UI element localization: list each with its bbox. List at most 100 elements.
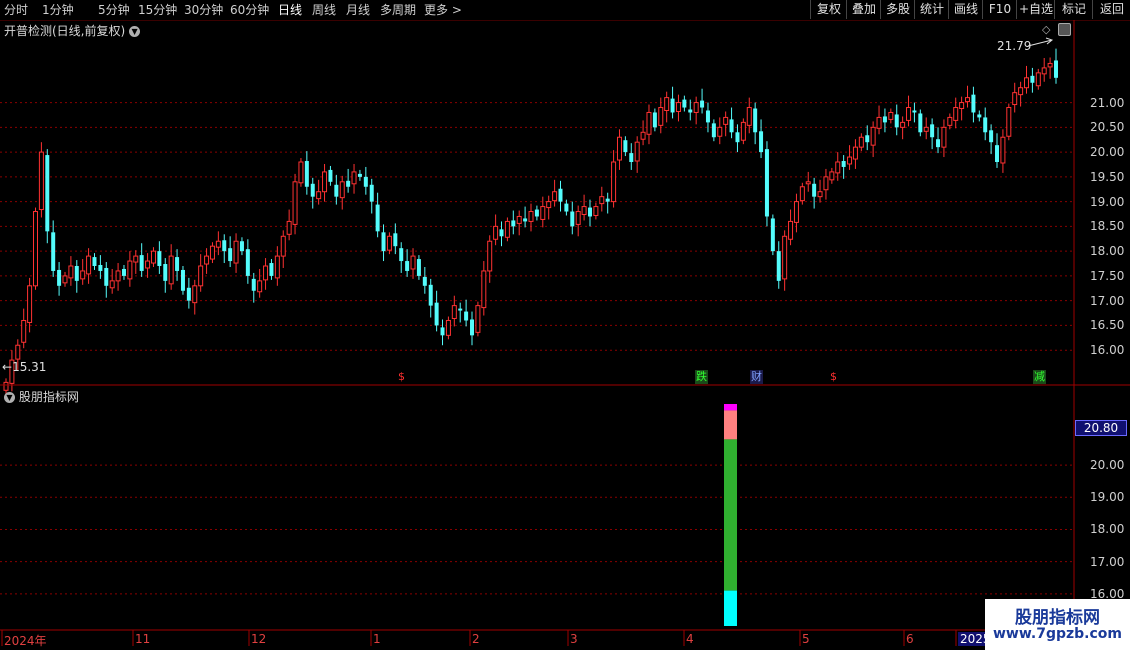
candle-body [375,204,380,232]
chevron-down-icon[interactable]: ▼ [4,392,15,403]
candle-body [870,126,876,146]
chevron-down-icon[interactable]: ▼ [129,26,141,37]
candle-body [298,161,304,184]
candle-body [481,270,487,309]
candle-body [304,161,309,187]
candle-body [440,327,445,336]
candle-body [705,110,710,123]
period-fenshi[interactable]: 分时 [4,2,28,18]
period-daily[interactable]: 日线 [278,2,302,18]
fuquan-button[interactable]: 复权 [810,0,847,19]
multi-stock-button[interactable]: 多股 [880,0,915,19]
f10-button[interactable]: F10 [982,0,1017,19]
candle-body [451,305,457,319]
candle-body [245,249,250,276]
x-axis-label: 5 [802,632,810,646]
signal-die: 跌 [695,370,708,384]
candle-body [812,183,817,197]
candle-body [168,255,174,285]
candle-body [334,184,339,197]
candle-body [776,251,781,281]
candle-body [175,257,180,271]
candle-body [605,198,610,202]
period-multi[interactable]: 多周期 [380,2,416,18]
candle-body [918,113,923,133]
signal-jian: 减 [1033,370,1046,384]
candle-body [222,240,227,252]
candle-body [959,102,965,110]
candle-body [405,261,410,271]
period-weekly[interactable]: 周线 [312,2,336,18]
candle-body [470,319,475,336]
period-15min[interactable]: 15分钟 [138,2,177,18]
watermark-title: 股朋指标网 [1015,608,1100,628]
indicator-bar-segment [724,404,737,411]
indicator-bar-segment [724,590,737,626]
sub-panel-title: ▼ 股朋指标网 [4,388,79,405]
candle-body [1006,107,1012,137]
candle-body [422,276,427,286]
period-1min[interactable]: 1分钟 [42,2,74,18]
candle-body [493,225,499,240]
candle-body [1012,92,1018,106]
candle-body [157,251,162,266]
add-watchlist-button[interactable]: +自选 [1016,0,1055,19]
candle-body [759,131,764,153]
candle-body [983,117,988,133]
candle-body [57,269,62,286]
candle-body [45,155,50,232]
period-60min[interactable]: 60分钟 [230,2,269,18]
y-tick-label: 16.00 [1090,343,1125,358]
candle-body [445,319,451,336]
candle-body [274,255,280,279]
candle-body [664,97,670,111]
period-more[interactable]: 更多 > [424,2,462,18]
candle-body [888,111,894,120]
candle-body [98,265,103,271]
period-30min[interactable]: 30分钟 [184,2,223,18]
x-axis-label: 3 [570,632,578,646]
candle-body [534,209,539,217]
candle-body [989,130,994,143]
statistics-button[interactable]: 统计 [914,0,949,19]
y-tick-label: 19.50 [1090,169,1125,184]
candle-body [865,135,870,143]
candle-body [646,111,652,135]
signal-cai: 财 [750,370,763,384]
candle-body [1024,77,1030,89]
candle-body [805,181,811,185]
period-monthly[interactable]: 月线 [346,2,370,18]
candle-body [923,126,929,132]
diamond-icon[interactable]: ◇ [1042,23,1050,36]
candle-body [322,171,328,193]
candle-body [640,131,646,140]
candle-body [292,181,298,225]
candle-body [965,97,971,103]
overlay-button[interactable]: 叠加 [846,0,881,19]
candle-body [209,245,215,260]
candle-body [399,248,404,262]
candle-body [339,181,345,199]
candle-body [936,139,941,148]
candle-body [753,108,758,133]
candlestick-chart[interactable] [0,20,1130,650]
candle-body [346,180,351,187]
candle-body [634,141,640,162]
back-button[interactable]: 返回 [1092,0,1130,19]
mark-button[interactable]: 标记 [1054,0,1093,19]
candle-body [723,116,729,125]
candle-body [552,191,558,202]
candle-body [163,264,168,281]
candle-body [251,278,256,291]
candle-body [876,116,882,129]
period-5min[interactable]: 5分钟 [98,2,130,18]
x-axis-label: 12 [251,632,267,646]
draw-line-button[interactable]: 画线 [948,0,983,19]
candle-body [693,102,699,113]
stock-title: 开普检测(日线,前复权) [4,24,126,38]
x-axis-label: 11 [135,632,151,646]
candle-body [416,259,421,276]
candle-body [280,235,286,257]
window-toggle-icon[interactable] [1058,23,1071,36]
candle-body [150,250,156,264]
